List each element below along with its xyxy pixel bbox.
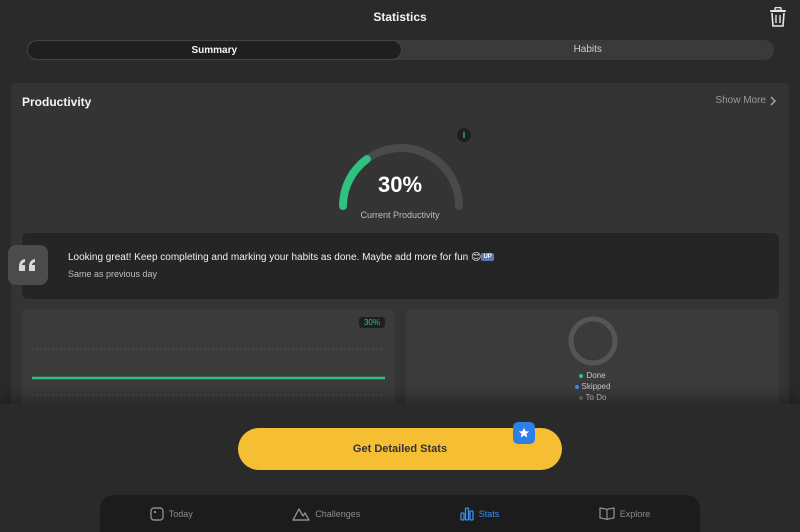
gauge-value: 30%	[377, 172, 423, 197]
status-legend: Done Skipped To Do	[406, 371, 779, 404]
percent-badge: 30%	[358, 317, 385, 328]
page-title: Statistics	[373, 10, 427, 24]
show-more-link[interactable]: Show More	[715, 95, 777, 106]
bottom-sheet: Get Detailed Stats Today Challenges Stat…	[0, 404, 800, 532]
quote-icon	[8, 245, 48, 285]
stats-icon	[460, 506, 474, 521]
show-more-label: Show More	[715, 95, 766, 106]
tab-summary[interactable]: Summary	[27, 40, 402, 60]
tab-today[interactable]: Today	[150, 506, 193, 521]
tab-label: Stats	[478, 508, 500, 519]
tab-label: Challenges	[315, 508, 361, 519]
legend-item-skipped: Skipped	[406, 382, 779, 393]
bottom-tab-bar: Today Challenges Stats Explore	[100, 495, 700, 532]
legend-item-todo: To Do	[406, 393, 779, 404]
gauge-label: Current Productivity	[360, 210, 440, 220]
segmented-control: Summary Habits	[27, 40, 774, 60]
tab-label: Today	[168, 508, 193, 519]
today-icon	[150, 506, 164, 521]
feedback-message: Looking great! Keep completing and marki…	[22, 233, 779, 299]
star-icon	[513, 422, 535, 444]
line-chart-panel: 30%	[22, 309, 395, 419]
tab-explore[interactable]: Explore	[599, 507, 651, 520]
explore-icon	[599, 507, 615, 520]
card-title: Productivity	[22, 95, 92, 109]
challenges-icon	[292, 507, 310, 521]
chevron-right-icon	[770, 95, 777, 106]
status-donut	[568, 316, 618, 366]
tab-challenges[interactable]: Challenges	[292, 507, 360, 521]
legend-item-done: Done	[406, 371, 779, 382]
up-emoji-icon: UP	[481, 253, 494, 262]
message-text: Looking great! Keep completing and marki…	[68, 252, 494, 263]
line-chart	[32, 348, 385, 396]
tab-stats[interactable]: Stats	[460, 506, 500, 521]
header: Statistics	[0, 0, 800, 34]
trash-icon[interactable]	[769, 6, 787, 27]
tab-habits[interactable]: Habits	[402, 40, 775, 60]
tab-label: Explore	[619, 508, 651, 519]
productivity-card: Productivity Show More i 30% Current Pro…	[11, 83, 789, 419]
smile-emoji-icon: 😊	[471, 252, 482, 263]
message-subtext: Same as previous day	[68, 269, 158, 279]
info-icon[interactable]: i	[457, 128, 471, 142]
message-body: Looking great! Keep completing and marki…	[68, 252, 469, 263]
status-panel: Done Skipped To Do	[406, 309, 779, 419]
